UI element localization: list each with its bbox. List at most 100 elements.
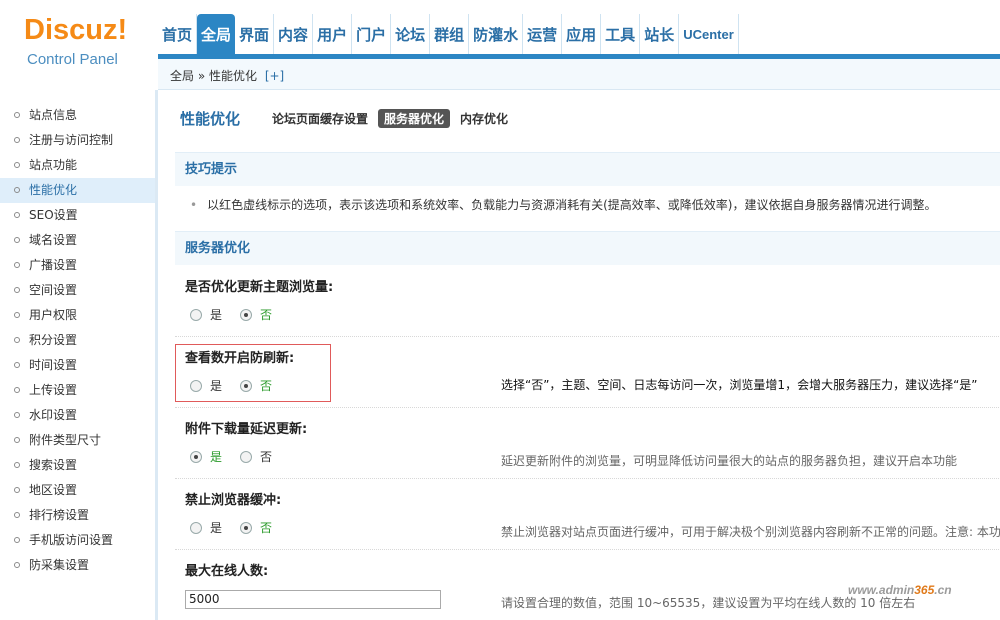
sidebar-item-site-info[interactable]: 站点信息 (0, 103, 155, 128)
nav-tab-home[interactable]: 首页 (158, 14, 198, 54)
radio-button-checked[interactable] (240, 308, 253, 321)
sidebar-item-search[interactable]: 搜索设置 (0, 453, 155, 478)
sidebar-item-anti-scrape[interactable]: 防采集设置 (0, 553, 155, 578)
nav-tab-groups[interactable]: 群组 (430, 14, 470, 54)
nav-tab-interface[interactable]: 界面 (235, 14, 275, 54)
sidebar-item-site-features[interactable]: 站点功能 (0, 153, 155, 178)
sidebar-item-domain[interactable]: 域名设置 (0, 228, 155, 253)
bullet-icon (14, 412, 20, 418)
bullet-icon (14, 337, 20, 343)
sidebar-item-label: 注册与访问控制 (29, 133, 114, 147)
radio-label: 否 (260, 450, 273, 464)
tab-forum-cache[interactable]: 论坛页面缓存设置 (266, 109, 374, 128)
bullet-icon (14, 387, 20, 393)
watermark-suffix: .cn (934, 583, 952, 597)
header: Discuz! Control Panel 首页 全局 界面 内容 用户 门户 … (0, 0, 1000, 90)
watermark-brand: admin (878, 583, 915, 597)
sidebar-item-label: 排行榜设置 (29, 508, 90, 522)
nav-tab-operations[interactable]: 运营 (523, 14, 563, 54)
tip-text: • 以红色虚线标示的选项，表示该选项和系统效率、负载能力与资源消耗有关(提高效率、… (190, 196, 936, 213)
bullet-icon (14, 262, 20, 268)
sidebar-item-seo[interactable]: SEO设置 (0, 203, 155, 228)
max-online-input[interactable]: 5000 (185, 590, 441, 609)
radio-group: 是 否 (190, 519, 290, 536)
radio-button[interactable] (190, 521, 202, 534)
sidebar-item-label: 防采集设置 (29, 558, 90, 572)
nav-tab-content[interactable]: 内容 (274, 14, 314, 54)
radio-no[interactable]: 否 (240, 519, 272, 536)
sidebar-item-label: 搜索设置 (29, 458, 78, 472)
bullet-icon (14, 187, 20, 193)
breadcrumb: 全局 » 性能优化 [+] (170, 67, 284, 84)
watermark-number: 365 (914, 583, 935, 597)
nav-tab-antispam[interactable]: 防灌水 (469, 14, 524, 54)
nav-tab-tools[interactable]: 工具 (601, 14, 641, 54)
tips-heading: 技巧提示 (175, 152, 1000, 186)
radio-yes[interactable]: 是 (190, 306, 222, 323)
radio-label: 否 (260, 521, 273, 535)
nav-tab-users[interactable]: 用户 (313, 14, 353, 54)
radio-button[interactable] (190, 308, 202, 321)
bullet-icon (14, 562, 20, 568)
sidebar-item-label: 用户权限 (29, 308, 78, 322)
bullet-icon (14, 512, 20, 518)
sidebar: 站点信息 注册与访问控制 站点功能 性能优化 SEO设置 域名设置 广播设置 空… (0, 90, 158, 620)
bullet-icon (14, 462, 20, 468)
setting-description: 延迟更新附件的浏览量，可明显降低访问量很大的站点的服务器负担，建议开启本功能 (501, 454, 958, 468)
setting-label: 禁止浏览器缓冲: (185, 493, 282, 508)
bullet-icon (14, 162, 20, 168)
sidebar-item-performance[interactable]: 性能优化 (0, 178, 155, 203)
sidebar-item-label: 站点信息 (29, 108, 78, 122)
logo[interactable]: Discuz! Control Panel (0, 0, 158, 90)
nav-tab-webmaster[interactable]: 站长 (640, 14, 680, 54)
sidebar-item-label: 手机版访问设置 (29, 533, 114, 547)
radio-yes[interactable]: 是 (190, 448, 222, 465)
server-section-heading: 服务器优化 (175, 231, 1000, 265)
sidebar-item-permissions[interactable]: 用户权限 (0, 303, 155, 328)
setting-row-optimize-views: 是否优化更新主题浏览量: 是 否 (175, 266, 1000, 337)
sidebar-item-space[interactable]: 空间设置 (0, 278, 155, 303)
sidebar-item-upload[interactable]: 上传设置 (0, 378, 155, 403)
bullet-icon (14, 137, 20, 143)
sidebar-item-label: 站点功能 (29, 158, 78, 172)
radio-button-checked[interactable] (190, 450, 202, 463)
radio-button[interactable] (240, 450, 253, 463)
page-title: 性能优化 (180, 110, 241, 128)
sidebar-item-watermark[interactable]: 水印设置 (0, 403, 155, 428)
sidebar-item-credits[interactable]: 积分设置 (0, 328, 155, 353)
sidebar-item-attachment-types[interactable]: 附件类型尺寸 (0, 428, 155, 453)
sidebar-item-label: 积分设置 (29, 333, 78, 347)
nav-tab-global[interactable]: 全局 (197, 14, 236, 54)
radio-no[interactable]: 否 (240, 306, 272, 323)
sidebar-item-label: 域名设置 (29, 233, 78, 247)
bullet-icon (14, 537, 20, 543)
radio-label: 否 (260, 308, 273, 322)
radio-yes[interactable]: 是 (190, 519, 222, 536)
sidebar-item-ranking[interactable]: 排行榜设置 (0, 503, 155, 528)
nav-tab-forum[interactable]: 论坛 (391, 14, 431, 54)
radio-button-checked[interactable] (240, 521, 253, 534)
nav-tab-portal[interactable]: 门户 (352, 14, 392, 54)
main-content: 性能优化 论坛页面缓存设置 服务器优化 内存优化 技巧提示 • 以红色虚线标示的选… (170, 90, 1000, 620)
sidebar-item-time[interactable]: 时间设置 (0, 353, 155, 378)
tab-memory-optimization[interactable]: 内存优化 (454, 109, 514, 128)
sidebar-item-broadcast[interactable]: 广播设置 (0, 253, 155, 278)
sidebar-item-registration[interactable]: 注册与访问控制 (0, 128, 155, 153)
sidebar-item-label: 附件类型尺寸 (29, 433, 102, 447)
bullet-icon (14, 362, 20, 368)
logo-subtitle: Control Panel (27, 51, 118, 68)
setting-label: 最大在线人数: (185, 564, 269, 579)
add-shortcut-link[interactable]: [+] (265, 69, 284, 83)
nav-tab-apps[interactable]: 应用 (562, 14, 602, 54)
nav-tab-ucenter[interactable]: UCenter (679, 14, 739, 54)
radio-no[interactable]: 否 (240, 448, 272, 465)
bullet-icon (14, 237, 20, 243)
tab-server-optimization[interactable]: 服务器优化 (378, 109, 451, 128)
watermark: www.admin365.cn (848, 583, 952, 597)
tip-text-content: 以红色虚线标示的选项，表示该选项和系统效率、负载能力与资源消耗有关(提高效率、或… (207, 198, 937, 212)
radio-label: 是 (210, 450, 223, 464)
sidebar-item-region[interactable]: 地区设置 (0, 478, 155, 503)
setting-label: 附件下载量延迟更新: (185, 422, 308, 437)
sidebar-item-mobile[interactable]: 手机版访问设置 (0, 528, 155, 553)
radio-label: 是 (210, 521, 223, 535)
